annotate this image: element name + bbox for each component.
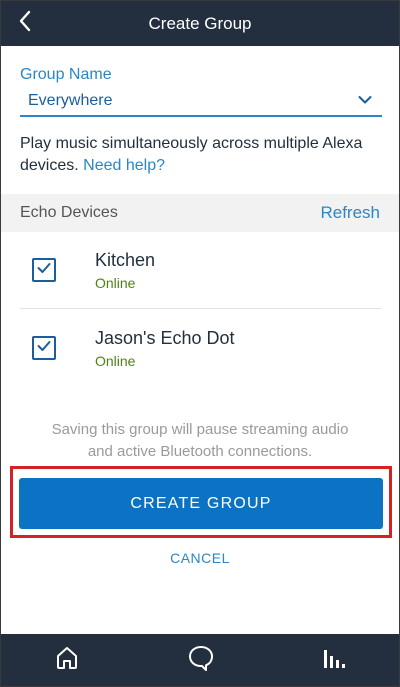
group-name-value: Everywhere: [28, 92, 113, 109]
check-icon: [37, 261, 51, 279]
device-checkbox[interactable]: [32, 335, 56, 360]
description-text: Play music simultaneously across multipl…: [20, 135, 363, 174]
check-icon: [37, 339, 51, 357]
create-group-button[interactable]: CREATE GROUP: [19, 478, 383, 529]
save-warning-note: Saving this group will pause streaming a…: [1, 419, 399, 463]
nav-play[interactable]: [319, 644, 351, 676]
device-info: Kitchen Online: [95, 249, 155, 291]
need-help-link[interactable]: Need help?: [83, 157, 165, 174]
device-status: Online: [95, 352, 136, 369]
echo-devices-header: Echo Devices Refresh: [1, 194, 399, 232]
chevron-left-icon: [18, 10, 32, 37]
note-line-2: and active Bluetooth connections.: [87, 443, 313, 460]
note-line-1: Saving this group will pause streaming a…: [51, 421, 349, 438]
page-title: Create Group: [148, 13, 252, 33]
home-icon: [54, 645, 80, 676]
device-checkbox[interactable]: [32, 258, 56, 282]
group-name-label: Group Name: [20, 66, 112, 83]
back-button[interactable]: [9, 7, 41, 39]
group-name-select[interactable]: Everywhere: [20, 87, 382, 117]
device-status: Online: [95, 275, 136, 291]
top-bar: Create Group: [1, 1, 399, 46]
equalizer-icon: [322, 646, 348, 675]
section-title: Echo Devices: [20, 204, 118, 221]
refresh-button[interactable]: Refresh: [320, 203, 380, 223]
chevron-down-icon: [358, 92, 372, 110]
device-row-kitchen[interactable]: Kitchen Online: [20, 232, 382, 309]
device-name: Kitchen: [95, 250, 156, 270]
chat-icon: [187, 644, 215, 677]
app-screen: Create Group Group Name Everywhere Play …: [0, 0, 400, 687]
device-row-echo-dot[interactable]: Jason's Echo Dot Online: [20, 309, 382, 386]
bottom-nav: [1, 634, 399, 686]
device-info: Jason's Echo Dot Online: [95, 327, 235, 369]
device-name: Jason's Echo Dot: [95, 327, 235, 348]
nav-communicate[interactable]: [185, 644, 217, 676]
nav-home[interactable]: [51, 644, 83, 676]
cancel-button[interactable]: CANCEL: [1, 550, 399, 566]
group-description: Play music simultaneously across multipl…: [20, 133, 390, 177]
